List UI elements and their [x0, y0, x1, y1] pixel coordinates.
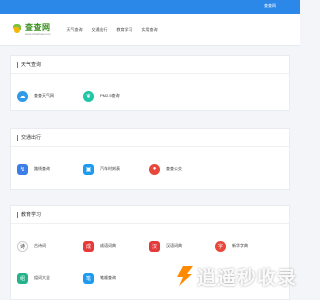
tool-label: 古诗词	[34, 243, 46, 248]
logo-leaf-icon	[12, 24, 22, 35]
tool-label: PM2.5查询	[100, 93, 120, 98]
lightning-icon	[176, 266, 194, 286]
tool-card[interactable]: ● 查查公交	[149, 155, 215, 183]
tool-label: 路线查询	[34, 166, 50, 171]
tool-card[interactable]: 成 成语词典	[83, 232, 149, 260]
character-icon: 字	[215, 240, 226, 252]
tool-card[interactable]: 组 组词大全	[17, 264, 83, 292]
tool-card[interactable]: ☁ 查查天气网	[17, 82, 83, 110]
nav-item-utility[interactable]: 实用查询	[142, 27, 158, 33]
tool-label: 组词大全	[34, 275, 50, 280]
tool-label: 查查公交	[166, 166, 182, 171]
tool-label: 新华字典	[232, 243, 248, 248]
site-logo[interactable]: 查查网 www.chachaw.com	[12, 22, 51, 36]
dictionary-icon: 汉	[149, 240, 160, 252]
tool-card[interactable]: ❦ PM2.5查询	[83, 82, 149, 110]
tool-card[interactable]: 诗 古诗词	[17, 232, 83, 260]
section-title: 教育学习	[21, 212, 42, 218]
words-icon: 组	[17, 272, 28, 284]
site-header: 查查网 www.chachaw.com 天气查询 交通出行 教育学习 实用查询	[0, 14, 300, 46]
logo-subtitle: www.chachaw.com	[25, 31, 51, 36]
nav-item-traffic[interactable]: 交通出行	[92, 27, 108, 33]
cloud-icon: ☁	[17, 90, 28, 102]
top-bar-link[interactable]: 查查网	[264, 3, 276, 9]
idiom-icon: 成	[83, 240, 94, 252]
section-title: 交通出行	[21, 135, 42, 141]
map-pin-icon: ●	[149, 163, 160, 175]
tool-card[interactable]: 汉 汉语词典	[149, 232, 215, 260]
poem-icon: 诗	[17, 240, 28, 252]
car-icon: ▣	[83, 163, 94, 175]
logo-title: 查查网	[25, 22, 51, 32]
section-traffic: 交通出行 ↯ 路线查询 ▣ 汽车时刻表 ● 查查公交	[10, 128, 290, 190]
tool-card[interactable]: 字 新华字典	[215, 232, 281, 260]
section-weather: 天气查询 ☁ 查查天气网 ❦ PM2.5查询	[10, 55, 290, 111]
tool-label: 汉语词典	[166, 243, 182, 248]
main-nav: 天气查询 交通出行 教育学习 实用查询	[67, 27, 158, 33]
top-bar: 查查网	[0, 0, 300, 14]
stroke-icon: 笔	[83, 272, 94, 284]
nav-item-education[interactable]: 教育学习	[117, 27, 133, 33]
tool-card[interactable]: ↯ 路线查询	[17, 155, 83, 183]
section-title: 天气查询	[21, 62, 42, 68]
nav-item-weather[interactable]: 天气查询	[67, 27, 83, 33]
leaf-icon: ❦	[83, 90, 94, 102]
tool-card[interactable]: 笔 笔顺查询	[83, 264, 149, 292]
tool-label: 查查天气网	[34, 93, 54, 98]
tool-label: 笔顺查询	[100, 275, 116, 280]
watermark-text: 逍遥秒收录	[197, 266, 298, 289]
watermark: 逍遥秒收录	[176, 263, 296, 289]
route-icon: ↯	[17, 163, 28, 175]
tool-label: 汽车时刻表	[100, 166, 120, 171]
tool-label: 成语词典	[100, 243, 116, 248]
tool-card[interactable]: ▣ 汽车时刻表	[83, 155, 149, 183]
